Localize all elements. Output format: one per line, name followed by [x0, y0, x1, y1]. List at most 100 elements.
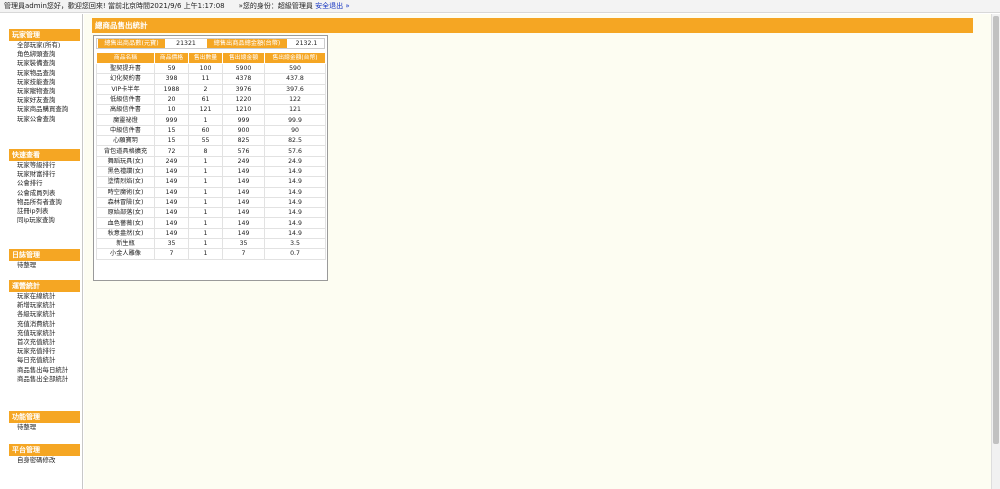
sidebar-item[interactable]: 玩家充值排行 [0, 347, 83, 356]
main-content: 總商品售出統計 總售出商品數(元寶) 21321 總售出商品總金額(台幣) 21… [84, 14, 991, 489]
sidebar-group-title: 運營統計 [9, 280, 80, 292]
cell-total: 149 [222, 196, 265, 209]
sidebar-item[interactable]: 玩家公會查詢 [0, 115, 83, 124]
cell-total: 7 [222, 248, 265, 260]
table-header-row: 商品名稱 商品價格 售出數量 售出總金額 售出總金額(台幣) [96, 52, 326, 64]
sidebar-item[interactable]: 同ip玩家查詢 [0, 216, 83, 225]
cell-item-name: 背包道具格擴充 [96, 145, 155, 157]
cell-quantity: 100 [188, 62, 223, 75]
cell-price: 20 [154, 93, 189, 106]
page-scrollbar[interactable] [991, 14, 1000, 489]
column-header: 商品價格 [154, 52, 189, 64]
cell-item-name: 低級信件書 [96, 93, 155, 106]
sidebar-item[interactable]: 玩家物品查詢 [0, 69, 83, 78]
table-row: 新生瓶 35 1 35 3.5 [96, 238, 326, 250]
table-row: 心願寶玥 15 55 825 82.5 [96, 135, 326, 147]
cell-quantity: 1 [188, 238, 223, 250]
sidebar-item[interactable]: 玩家好友查詢 [0, 96, 83, 105]
cell-quantity: 1 [188, 114, 223, 126]
cell-item-name: 時空魔術(女) [96, 186, 155, 198]
cell-price: 10 [154, 104, 189, 116]
cell-total: 249 [222, 155, 265, 167]
sidebar-item[interactable]: 玩家裝備查詢 [0, 59, 83, 68]
cell-total: 149 [222, 176, 265, 188]
cell-quantity: 1 [188, 186, 223, 198]
sidebar-item[interactable]: 商品售出每日統計 [0, 366, 83, 375]
sidebar-item[interactable]: 玩家財富排行 [0, 170, 83, 179]
cell-total: 149 [222, 207, 265, 219]
cell-total-twd: 14.9 [264, 176, 326, 188]
table-row: 原始部落(女) 149 1 149 14.9 [96, 207, 326, 219]
cell-total-twd: 121 [264, 104, 326, 116]
sidebar-item[interactable]: 玩家等級排行 [0, 161, 83, 170]
sidebar-item[interactable]: 玩家技能查詢 [0, 78, 83, 87]
cell-item-name: 心願寶玥 [96, 135, 155, 147]
cell-item-name: VIP卡半年 [96, 83, 155, 95]
sidebar-item[interactable]: 待整理 [0, 423, 83, 432]
cell-quantity: 1 [188, 155, 223, 167]
sidebar-item[interactable]: 各級玩家統計 [0, 310, 83, 319]
cell-item-name: 幻化契約書 [96, 73, 155, 85]
sidebar-group-operations: 運營統計 玩家在線統計 新增玩家統計 各級玩家統計 充值消費統計 充值玩家統計 … [0, 280, 83, 384]
sidebar-item[interactable]: 全部玩家(所有) [0, 41, 83, 50]
cell-price: 15 [154, 135, 189, 147]
cell-total-twd: 437.8 [264, 73, 326, 85]
sidebar-group-logs: 日誌管理 待整理 [0, 249, 83, 270]
sidebar-item[interactable]: 每日充值統計 [0, 356, 83, 365]
table-row: 低級信件書 20 61 1220 122 [96, 93, 326, 106]
sidebar-item[interactable]: 角色綁頭查詢 [0, 50, 83, 59]
cell-total: 149 [222, 227, 265, 240]
sales-summary: 總售出商品數(元寶) 21321 總售出商品總金額(台幣) 2132.1 [96, 38, 325, 49]
sidebar-item[interactable]: 公會成員列表 [0, 189, 83, 198]
total-count-label: 總售出商品數(元寶) [98, 39, 165, 48]
cell-quantity: 11 [188, 73, 223, 85]
cell-item-name: 黑色禮讚(女) [96, 165, 155, 178]
logout-arrow-icon: » [345, 2, 350, 10]
table-row: 高級信件書 10 121 1210 121 [96, 104, 326, 116]
sidebar-item[interactable]: 商品售出全部統計 [0, 375, 83, 384]
page-title: 總商品售出統計 [92, 18, 973, 33]
cell-price: 999 [154, 114, 189, 126]
cell-total: 149 [222, 186, 265, 198]
total-amount-value: 2132.1 [295, 40, 318, 47]
table-row: 黑色禮讚(女) 149 1 149 14.9 [96, 165, 326, 178]
cell-item-name: 中級信件書 [96, 124, 155, 137]
sidebar-item[interactable]: 公會排行 [0, 179, 83, 188]
cell-total: 1220 [222, 93, 265, 106]
cell-quantity: 1 [188, 165, 223, 178]
cell-item-name: 聖契提升書 [96, 62, 155, 75]
sidebar-item[interactable]: 新增玩家統計 [0, 301, 83, 310]
logout-link[interactable]: 安全退出 [315, 2, 343, 10]
sidebar-item[interactable]: 玩家在線統計 [0, 292, 83, 301]
cell-quantity: 121 [188, 104, 223, 116]
cell-price: 35 [154, 238, 189, 250]
cell-item-name: 原始部落(女) [96, 207, 155, 219]
sidebar-item[interactable]: 自身密碼修改 [0, 456, 83, 465]
cell-quantity: 1 [188, 248, 223, 260]
cell-total-twd: 14.9 [264, 186, 326, 198]
cell-price: 1988 [154, 83, 189, 95]
table-row: 森林冒險(女) 149 1 149 14.9 [96, 196, 326, 209]
total-count-value: 21321 [176, 40, 196, 47]
sidebar-group-functions: 功能管理 待整理 [0, 411, 83, 432]
cell-total-twd: 82.5 [264, 135, 326, 147]
sidebar-item[interactable]: 註冊ip列表 [0, 207, 83, 216]
cell-total-twd: 590 [264, 62, 326, 75]
sidebar-item[interactable]: 待整理 [0, 261, 83, 270]
sidebar-item[interactable]: 物品所有者查詢 [0, 198, 83, 207]
cell-total: 149 [222, 165, 265, 178]
scrollbar-thumb[interactable] [993, 16, 999, 444]
cell-total-twd: 397.6 [264, 83, 326, 95]
cell-item-name: 舞蹈玩具(女) [96, 155, 155, 167]
table-row: VIP卡半年 1988 2 3976 397.6 [96, 83, 326, 95]
cell-total: 576 [222, 145, 265, 157]
cell-item-name: 秋意盎然(女) [96, 227, 155, 240]
sidebar-item[interactable]: 充值玩家統計 [0, 329, 83, 338]
table-row: 秋意盎然(女) 149 1 149 14.9 [96, 227, 326, 240]
sidebar-item[interactable]: 首次充值統計 [0, 338, 83, 347]
sidebar-item[interactable]: 玩家商品購買查詢 [0, 105, 83, 114]
cell-price: 7 [154, 248, 189, 260]
sidebar-item[interactable]: 玩家寵物查詢 [0, 87, 83, 96]
sidebar-item[interactable]: 充值消費統計 [0, 320, 83, 329]
cell-total: 3976 [222, 83, 265, 95]
